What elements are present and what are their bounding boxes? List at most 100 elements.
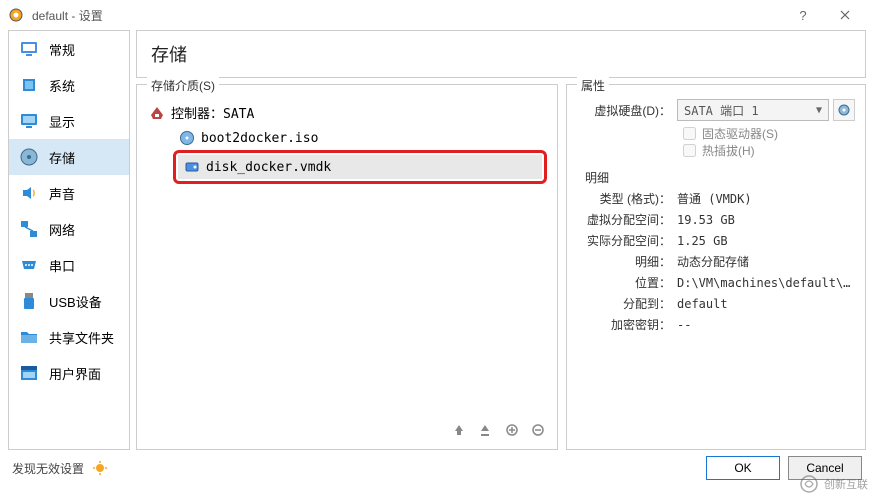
controller-label: 控制器：SATA xyxy=(171,103,254,122)
app-gear-icon xyxy=(8,7,24,23)
display-icon xyxy=(19,111,39,131)
assigned-label: 分配到： xyxy=(577,295,677,312)
hard-disk-icon xyxy=(184,159,200,175)
storage-item-iso[interactable]: boot2docker.iso xyxy=(147,126,547,150)
close-button[interactable] xyxy=(824,1,866,29)
controller-row[interactable]: 控制器：SATA xyxy=(147,99,547,126)
optical-disc-icon xyxy=(179,130,195,146)
storage-tree: 控制器：SATA boot2docker.iso di xyxy=(147,99,547,184)
remove-attachment-icon[interactable] xyxy=(529,421,547,439)
location-label: 位置： xyxy=(577,274,677,291)
watermark: 创新互联 xyxy=(798,473,868,495)
sidebar-item-audio[interactable]: 声音 xyxy=(9,175,129,211)
hotplug-label: 热插拔(H) xyxy=(702,142,755,159)
location-row: 位置： D:\VM\machines\default\disk_docker… xyxy=(577,274,855,291)
page-title: 存储 xyxy=(151,41,851,67)
detail-row: 明细： 动态分配存储 xyxy=(577,253,855,270)
serial-port-icon xyxy=(19,255,39,275)
sidebar-item-shared-folders[interactable]: 共享文件夹 xyxy=(9,319,129,355)
virt-size-label: 虚拟分配空间： xyxy=(577,211,677,228)
type-label: 类型 (格式)： xyxy=(577,190,677,207)
assigned-row: 分配到： default xyxy=(577,295,855,312)
sidebar-item-label: 常规 xyxy=(49,40,75,59)
content-area: 存储 存储介质(S) 控制器：SATA xyxy=(136,30,866,450)
storage-item-name: boot2docker.iso xyxy=(201,131,318,146)
highlighted-selection: disk_docker.vmdk xyxy=(173,150,547,184)
solid-state-label: 固态驱动器(S) xyxy=(702,125,778,142)
sidebar-item-label: 网络 xyxy=(49,220,75,239)
titlebar: default - 设置 ? xyxy=(0,0,874,30)
attrs-group-title: 属性 xyxy=(577,77,609,94)
sidebar-item-general[interactable]: 常规 xyxy=(9,31,129,67)
window-icon xyxy=(19,363,39,383)
hotplug-checkbox[interactable] xyxy=(683,144,696,157)
hotplug-row: 热插拔(H) xyxy=(683,142,855,159)
add-controller-icon[interactable] xyxy=(451,421,469,439)
solid-state-row: 固态驱动器(S) xyxy=(683,125,855,142)
storage-item-name: disk_docker.vmdk xyxy=(206,160,331,175)
sidebar-item-label: USB设备 xyxy=(49,292,102,311)
actual-size-value: 1.25 GB xyxy=(677,234,855,248)
sidebar-item-label: 共享文件夹 xyxy=(49,328,114,347)
storage-toolbar xyxy=(147,415,547,439)
monitor-icon xyxy=(19,39,39,59)
controller-icon xyxy=(149,105,165,121)
sidebar-item-usb[interactable]: USB设备 xyxy=(9,283,129,319)
hard-drive-row: 虚拟硬盘(D)： SATA 端口 1 ▼ xyxy=(577,99,855,121)
storage-group-title: 存储介质(S) xyxy=(147,77,219,94)
storage-media-group: 存储介质(S) 控制器：SATA boot2docker.iso xyxy=(136,84,558,450)
sidebar-item-storage[interactable]: 存储 xyxy=(9,139,129,175)
sidebar-item-label: 系统 xyxy=(49,76,75,95)
type-value: 普通 (VMDK) xyxy=(677,190,855,207)
remove-controller-icon[interactable] xyxy=(477,421,495,439)
disk-config-button[interactable] xyxy=(833,99,855,121)
main-area: 常规 系统 显示 存储 声音 网络 串口 USB设备 xyxy=(0,30,874,450)
sidebar-item-label: 显示 xyxy=(49,112,75,131)
assigned-value: default xyxy=(677,297,855,311)
help-button[interactable]: ? xyxy=(782,1,824,29)
type-row: 类型 (格式)： 普通 (VMDK) xyxy=(577,190,855,207)
page-title-box: 存储 xyxy=(136,30,866,78)
disk-icon xyxy=(19,147,39,167)
sidebar-item-system[interactable]: 系统 xyxy=(9,67,129,103)
ok-button[interactable]: OK xyxy=(706,456,780,480)
virt-size-row: 虚拟分配空间： 19.53 GB xyxy=(577,211,855,228)
actual-size-row: 实际分配空间： 1.25 GB xyxy=(577,232,855,249)
content-body: 存储介质(S) 控制器：SATA boot2docker.iso xyxy=(136,84,866,450)
chip-icon xyxy=(19,75,39,95)
virt-size-value: 19.53 GB xyxy=(677,213,855,227)
watermark-text: 创新互联 xyxy=(824,476,868,492)
sidebar-item-display[interactable]: 显示 xyxy=(9,103,129,139)
detail-label: 明细： xyxy=(577,253,677,270)
chevron-down-icon: ▼ xyxy=(816,105,822,116)
hard-drive-value: SATA 端口 1 xyxy=(684,102,759,119)
warning-sun-icon[interactable] xyxy=(92,460,108,476)
sidebar-item-label: 串口 xyxy=(49,256,75,275)
location-value: D:\VM\machines\default\disk_docker… xyxy=(677,276,855,290)
encrypt-label: 加密密钥： xyxy=(577,316,677,333)
category-sidebar: 常规 系统 显示 存储 声音 网络 串口 USB设备 xyxy=(8,30,130,450)
footer: 发现无效设置 OK Cancel xyxy=(0,450,874,486)
detail-value: 动态分配存储 xyxy=(677,253,855,270)
sidebar-item-ui[interactable]: 用户界面 xyxy=(9,355,129,391)
actual-size-label: 实际分配空间： xyxy=(577,232,677,249)
sidebar-item-label: 用户界面 xyxy=(49,364,101,383)
solid-state-checkbox[interactable] xyxy=(683,127,696,140)
hard-drive-select[interactable]: SATA 端口 1 ▼ xyxy=(677,99,829,121)
window-title: default - 设置 xyxy=(32,7,103,24)
add-attachment-icon[interactable] xyxy=(503,421,521,439)
attributes-group: 属性 虚拟硬盘(D)： SATA 端口 1 ▼ 固态驱动器(S) xyxy=(566,84,866,450)
sidebar-item-network[interactable]: 网络 xyxy=(9,211,129,247)
usb-icon xyxy=(19,291,39,311)
watermark-logo-icon xyxy=(798,473,820,495)
invalid-settings-label: 发现无效设置 xyxy=(12,460,84,477)
network-icon xyxy=(19,219,39,239)
hard-drive-label: 虚拟硬盘(D)： xyxy=(577,102,677,119)
storage-item-vmdk[interactable]: disk_docker.vmdk xyxy=(178,155,542,179)
folder-icon xyxy=(19,327,39,347)
sidebar-item-serial[interactable]: 串口 xyxy=(9,247,129,283)
sidebar-item-label: 声音 xyxy=(49,184,75,203)
speaker-icon xyxy=(19,183,39,203)
details-section-label: 明细 xyxy=(585,169,855,186)
encrypt-value: -- xyxy=(677,318,855,332)
